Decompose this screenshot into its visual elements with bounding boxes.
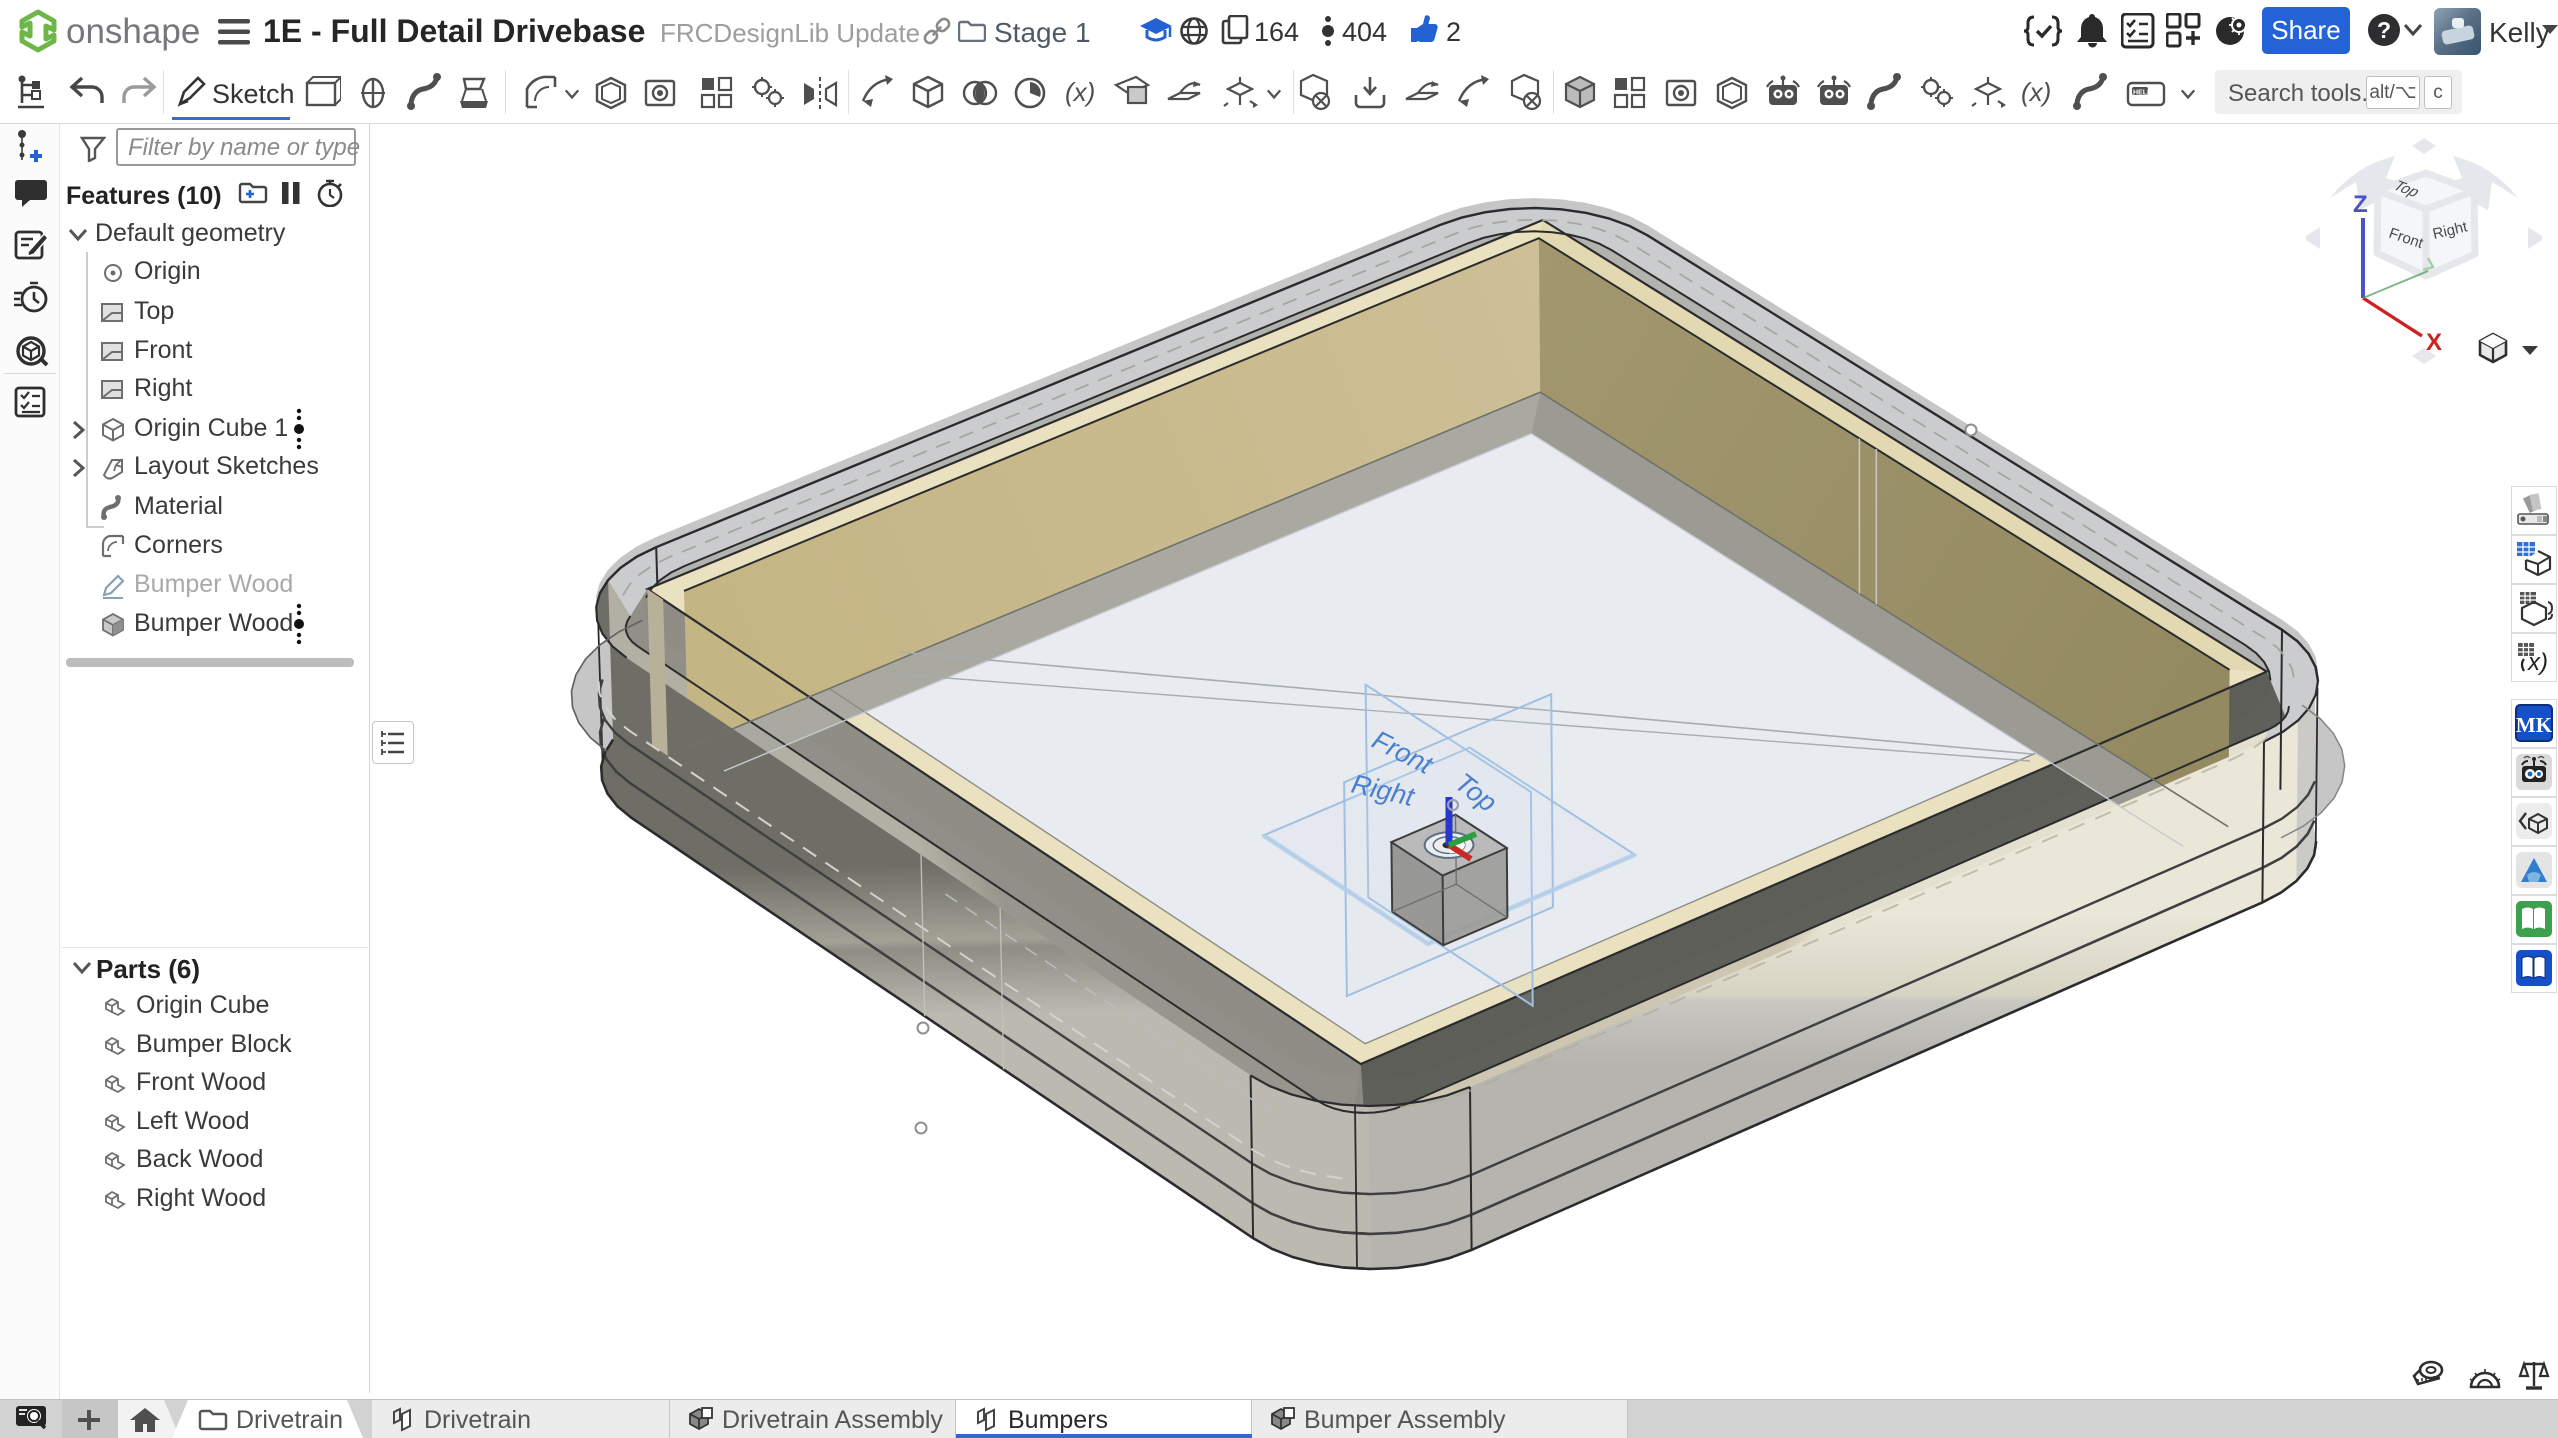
svg-text:Z: Z	[2353, 191, 2368, 218]
svg-text:(x): (x)	[1065, 77, 1095, 107]
svg-text:X: X	[2426, 329, 2442, 356]
svg-text:x): x)	[2527, 649, 2548, 676]
svg-text:HELLO: HELLO	[2133, 90, 2157, 97]
svg-text:?: ?	[2377, 17, 2391, 43]
svg-text:(x): (x)	[2021, 77, 2051, 107]
svg-text:MK: MK	[2516, 713, 2553, 737]
